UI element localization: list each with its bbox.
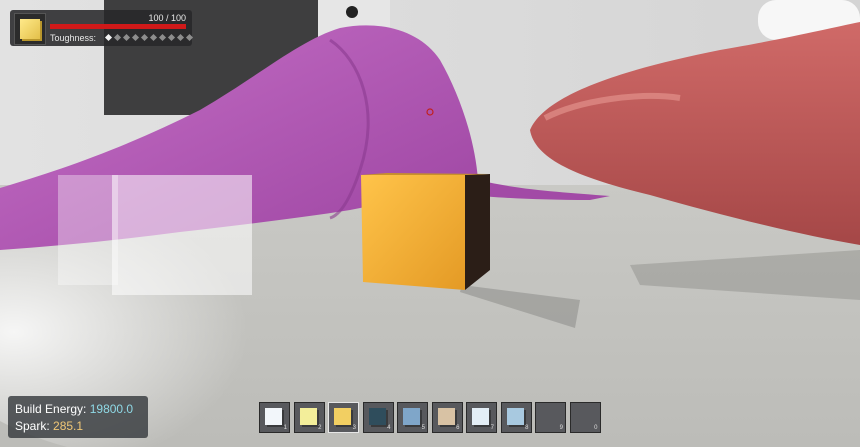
dark-teal-cube-icon [368, 408, 386, 425]
hotbar-slot-number: 6 [456, 425, 460, 431]
hotbar-slot-8[interactable]: 8 [500, 402, 532, 433]
hotbar-slot-number: 3 [352, 425, 356, 431]
hotbar-slot-number: 4 [387, 425, 391, 431]
hotbar-slot-5[interactable]: 5 [397, 402, 428, 433]
hotbar-slot-number: 5 [421, 425, 425, 431]
glass-panel-back [58, 175, 118, 285]
yellow-cube-icon [334, 408, 351, 425]
build-energy-value: 19800.0 [89, 402, 134, 416]
hotbar-slot-number: 9 [559, 425, 563, 431]
toughness-pip [149, 33, 158, 42]
hotbar-slot-3[interactable]: 3 [328, 402, 359, 433]
pale-yellow-cube-icon [299, 408, 317, 425]
health-bar [50, 24, 186, 29]
hotbar-slot-6[interactable]: 6 [431, 402, 463, 433]
hotbar-slot-2[interactable]: 2 [293, 402, 325, 433]
frost-cube-icon [472, 408, 489, 425]
player-status-panel: 100 / 100 Toughness: [10, 10, 194, 46]
yellow-cube-side [465, 174, 490, 290]
toughness-pip [185, 33, 194, 42]
game-viewport[interactable] [0, 0, 860, 447]
spark-value: 285.1 [53, 419, 84, 433]
hotbar-slot-number: 2 [318, 425, 322, 431]
hotbar-slot-0[interactable]: 0 [569, 402, 601, 433]
beige-cube-icon [437, 408, 455, 425]
build-energy-label: Build Energy: [15, 402, 87, 416]
blue-stone-cube-icon [403, 408, 420, 425]
hotbar-slot-9[interactable]: 9 [535, 402, 566, 433]
health-text: 100 / 100 [148, 13, 186, 23]
toughness-pip [158, 33, 167, 42]
toughness-pip [104, 33, 113, 42]
distant-object [346, 6, 358, 18]
yellow-cube-icon [20, 19, 40, 39]
toughness-pip [122, 33, 131, 42]
hotbar-slot-1[interactable]: 1 [259, 402, 290, 433]
yellow-cube-front [361, 175, 465, 290]
hotbar-slot-number: 1 [283, 425, 287, 431]
toughness-pip [131, 33, 140, 42]
toughness-pip [113, 33, 122, 42]
spark-label: Spark: [15, 419, 50, 433]
toughness-pip [176, 33, 185, 42]
health-bar-fill [50, 24, 186, 29]
toughness-pip [167, 33, 176, 42]
hotbar-slot-number: 0 [594, 425, 598, 431]
toughness-label: Toughness: [50, 33, 97, 43]
white-ice-cube-icon [265, 408, 282, 425]
toughness-pip [140, 33, 149, 42]
spark-row: Spark: 285.1 [15, 419, 83, 433]
ice-blue-cube-icon [506, 408, 524, 425]
hotbar-slot-7[interactable]: 7 [466, 402, 497, 433]
build-energy-row: Build Energy: 19800.0 [15, 402, 133, 416]
hotbar-slot-number: 8 [525, 425, 529, 431]
hotbar-slot-number: 7 [490, 425, 494, 431]
hotbar-slot-4[interactable]: 4 [362, 402, 394, 433]
resource-panel: Build Energy: 19800.0 Spark: 285.1 [8, 396, 148, 438]
glass-panel-front [112, 175, 252, 295]
selected-block-preview [14, 13, 46, 45]
